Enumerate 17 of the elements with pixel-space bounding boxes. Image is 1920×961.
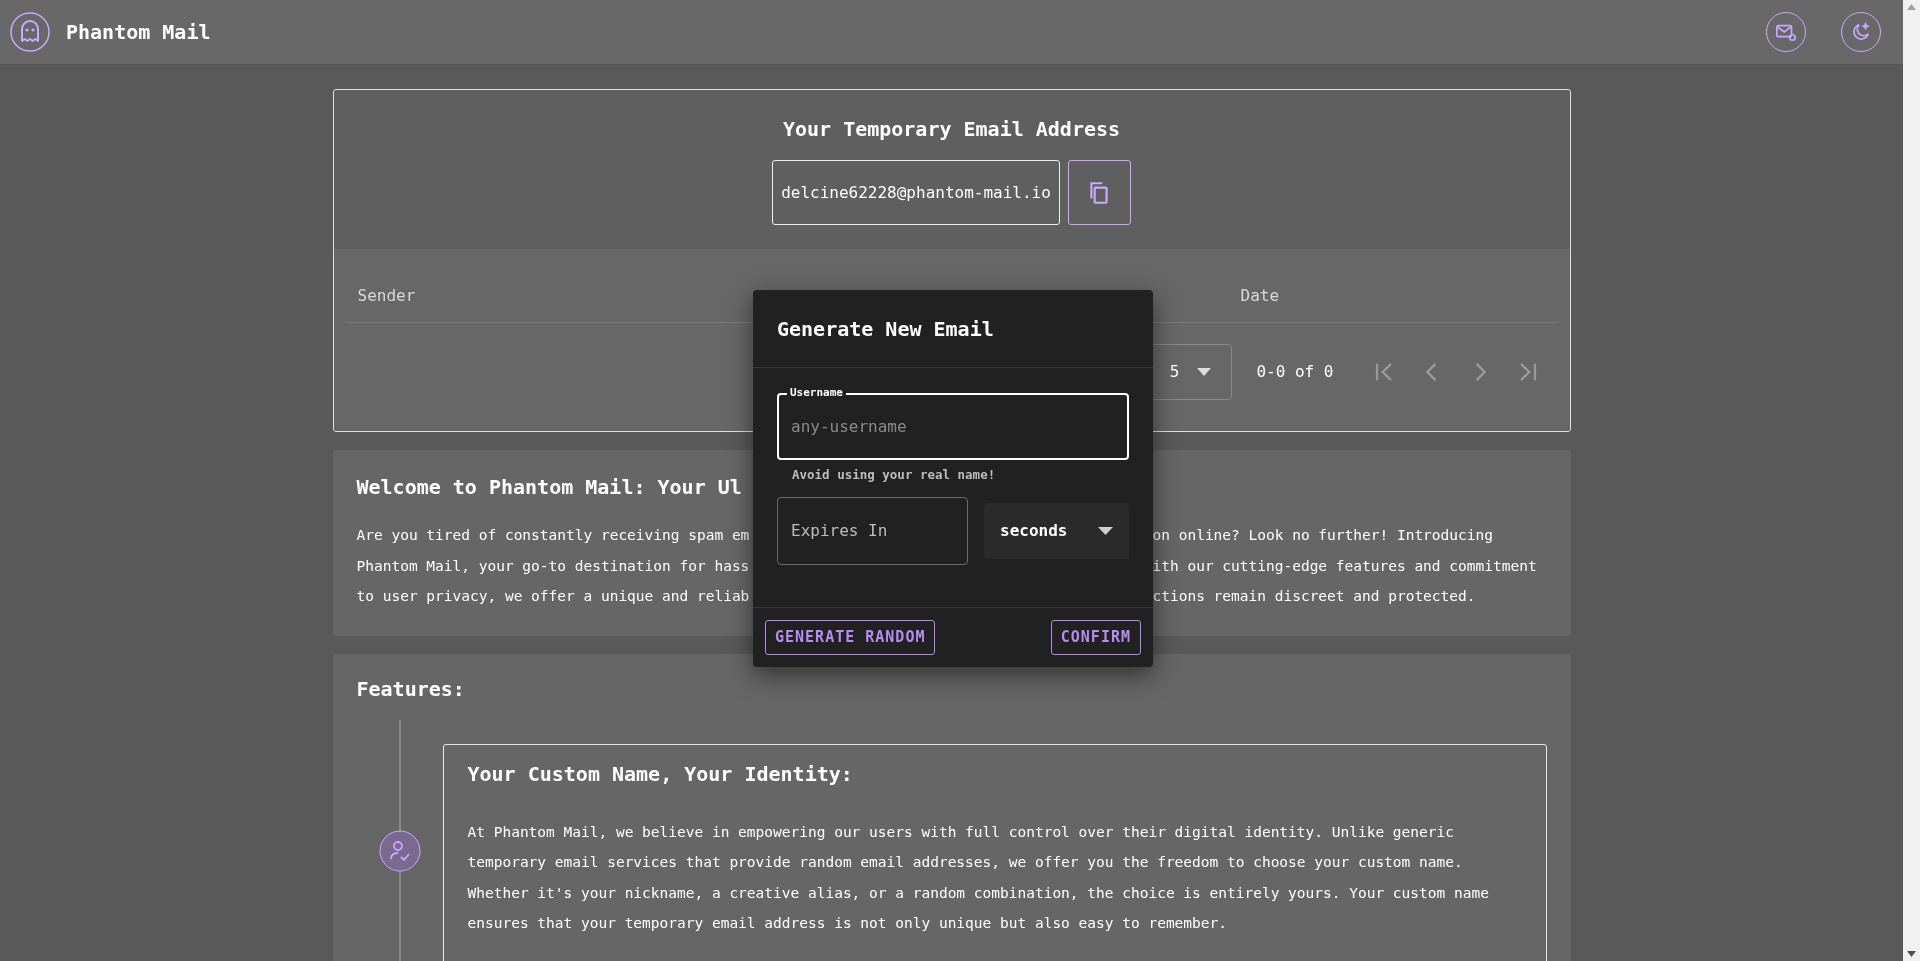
paragraph-fragment: ctions remain discreet and protected. [1152,587,1477,606]
column-header: Date [1240,285,1281,307]
paragraph-fragment: Phantom Mail, your go-to destination for hass [356,556,750,576]
app-title: Phantom Mail [66,19,211,46]
page-range: 0-0 of 0 [1256,361,1334,383]
welcome-title: Welcome to Phantom Mail: Your Ul [356,474,742,501]
paragraph-fragment: Are you tired of constantly receiving spam em [356,526,750,545]
helper-text: Avoid using your real name! [791,466,997,484]
feature-description: At Phantom Mail, we believe in empowering our users with full control over their digital identity. Unlike generic temporary email services that provide random email addresses, we offer you the freedom to choose your custom name. Whether it's your nickname, a creative alias, or a random combination, the choice is entirely yours. Your custom name ensures that your temporary email address is not only unique but also easy to remember. [467,822,1490,933]
feature-title: Your Custom Name, Your Identity: [467,760,854,788]
column-header: Sender [357,285,417,307]
card-title: Your Temporary Email Address [782,116,1121,143]
paragraph-fragment: ith our cutting-edge features and commitment [1152,556,1538,576]
dialog-title: Generate New Email [777,315,994,343]
features-title: Features: [356,676,465,701]
paragraph-fragment: to user privacy, we offer a unique and reliab [356,587,750,606]
paragraph-fragment: on online? Look no further! Introducing [1152,526,1494,545]
